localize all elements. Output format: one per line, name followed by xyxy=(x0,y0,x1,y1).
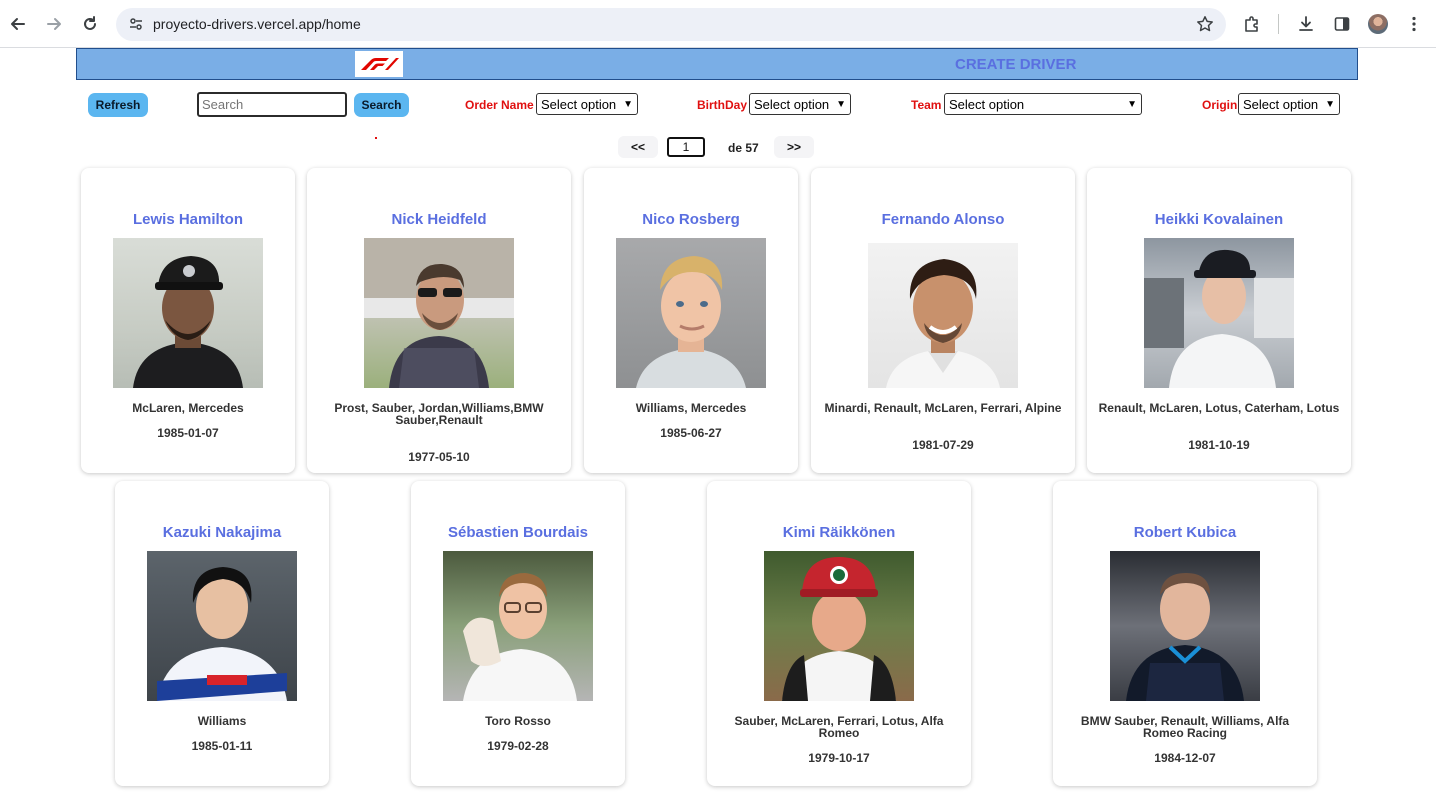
driver-teams: Williams xyxy=(197,714,247,728)
driver-dob: 1979-10-17 xyxy=(808,751,870,765)
prev-page-button[interactable]: << xyxy=(618,136,658,158)
origin-select[interactable]: Select option ▼ xyxy=(1238,93,1340,115)
back-button[interactable] xyxy=(6,12,30,36)
forward-arrow-icon xyxy=(47,18,61,30)
driver-teams: BMW Sauber, Renault, Williams, Alfa Rome… xyxy=(1080,714,1290,740)
driver-photo xyxy=(113,238,263,388)
birthday-label: BirthDay xyxy=(697,98,748,112)
reload-button[interactable] xyxy=(78,12,102,36)
search-button[interactable]: Search xyxy=(354,93,409,117)
address-bar[interactable]: proyecto-drivers.vercel.app/home xyxy=(116,8,1226,41)
error-dot xyxy=(375,137,377,139)
browser-toolbar: proyecto-drivers.vercel.app/home xyxy=(0,0,1436,48)
driver-teams: Renault, McLaren, Lotus, Caterham, Lotus xyxy=(1098,401,1340,415)
chevron-down-icon: ▼ xyxy=(1127,98,1137,110)
search-input[interactable] xyxy=(197,92,347,117)
driver-photo xyxy=(868,243,1018,388)
back-arrow-icon xyxy=(11,18,25,30)
page-total: de 57 xyxy=(728,141,759,155)
chevron-down-icon: ▼ xyxy=(1325,98,1335,110)
driver-card[interactable]: Kimi Räikkönen Sauber, McLaren, Ferrari,… xyxy=(707,481,971,786)
forward-button[interactable] xyxy=(42,12,66,36)
driver-name[interactable]: Sébastien Bourdais xyxy=(411,524,625,541)
order-name-label: Order Name xyxy=(465,98,534,112)
order-name-select[interactable]: Select option ▼ xyxy=(536,93,638,115)
toolbar-separator xyxy=(1278,14,1279,34)
driver-dob: 1979-02-28 xyxy=(487,739,549,753)
driver-teams: Toro Rosso xyxy=(485,714,551,728)
driver-teams: Minardi, Renault, McLaren, Ferrari, Alpi… xyxy=(824,401,1062,415)
chevron-down-icon: ▼ xyxy=(836,98,846,110)
driver-name[interactable]: Robert Kubica xyxy=(1053,524,1317,541)
driver-dob: 1981-07-29 xyxy=(912,438,974,452)
driver-dob: 1985-01-07 xyxy=(157,426,219,440)
birthday-select-value: Select option xyxy=(754,96,830,112)
driver-dob: 1981-10-19 xyxy=(1188,438,1250,452)
driver-photo xyxy=(443,551,593,701)
driver-card[interactable]: Sébastien Bourdais Toro Rosso 1979-02-28 xyxy=(411,481,625,786)
driver-name[interactable]: Kazuki Nakajima xyxy=(115,524,329,541)
site-info-icon[interactable] xyxy=(124,12,148,36)
driver-teams: Williams, Mercedes xyxy=(635,401,747,415)
driver-dob: 1985-01-11 xyxy=(191,739,253,753)
driver-card[interactable]: Nico Rosberg Williams, Mercedes 1985-06-… xyxy=(584,168,798,473)
origin-select-value: Select option xyxy=(1243,96,1319,112)
page-number-input[interactable]: 1 xyxy=(667,137,705,157)
driver-photo xyxy=(764,551,914,701)
next-page-button[interactable]: >> xyxy=(774,136,814,158)
driver-dob: 1984-12-07 xyxy=(1154,751,1216,765)
driver-dob: 1985-06-27 xyxy=(660,426,722,440)
team-label: Team xyxy=(911,98,942,112)
f1-logo[interactable] xyxy=(355,51,403,77)
driver-card[interactable]: Lewis Hamilton McLaren, Mercedes 1985-01… xyxy=(81,168,295,473)
driver-teams: Sauber, McLaren, Ferrari, Lotus, Alfa Ro… xyxy=(734,714,944,740)
driver-photo xyxy=(1110,551,1260,701)
order-name-select-value: Select option xyxy=(541,96,617,112)
driver-card[interactable]: Robert Kubica BMW Sauber, Renault, Willi… xyxy=(1053,481,1317,786)
team-select[interactable]: Select option ▼ xyxy=(944,93,1142,115)
menu-kebab-icon[interactable] xyxy=(1402,12,1426,36)
driver-name[interactable]: Fernando Alonso xyxy=(811,211,1075,228)
team-select-value: Select option xyxy=(949,96,1025,112)
profile-avatar[interactable] xyxy=(1368,14,1388,34)
reload-icon xyxy=(84,16,96,30)
download-icon[interactable] xyxy=(1294,12,1318,36)
driver-name[interactable]: Lewis Hamilton xyxy=(81,211,295,228)
driver-photo xyxy=(147,551,297,701)
driver-photo xyxy=(1144,238,1294,388)
driver-photo xyxy=(616,238,766,388)
driver-card[interactable]: Kazuki Nakajima Williams 1985-01-11 xyxy=(115,481,329,786)
chevron-down-icon: ▼ xyxy=(623,98,633,110)
driver-name[interactable]: Nico Rosberg xyxy=(584,211,798,228)
driver-name[interactable]: Nick Heidfeld xyxy=(307,211,571,228)
birthday-select[interactable]: Select option ▼ xyxy=(749,93,851,115)
driver-name[interactable]: Kimi Räikkönen xyxy=(707,524,971,541)
app-header: CREATE DRIVER xyxy=(76,48,1358,80)
driver-card[interactable]: Fernando Alonso Minardi, Renault, McLare… xyxy=(811,168,1075,473)
driver-dob: 1977-05-10 xyxy=(408,450,470,464)
driver-photo xyxy=(364,238,514,388)
driver-card[interactable]: Heikki Kovalainen Renault, McLaren, Lotu… xyxy=(1087,168,1351,473)
refresh-button[interactable]: Refresh xyxy=(88,93,148,117)
driver-name[interactable]: Heikki Kovalainen xyxy=(1087,211,1351,228)
extensions-icon[interactable] xyxy=(1240,12,1264,36)
driver-card[interactable]: Nick Heidfeld Prost, Sauber, Jordan,Will… xyxy=(307,168,571,473)
bookmark-star-icon[interactable] xyxy=(1194,13,1216,35)
create-driver-link[interactable]: CREATE DRIVER xyxy=(955,56,1076,73)
side-panel-icon[interactable] xyxy=(1330,12,1354,36)
driver-teams: Prost, Sauber, Jordan,Williams,BMW Saube… xyxy=(334,401,544,427)
origin-label: Origin xyxy=(1202,98,1238,112)
url-text: proyecto-drivers.vercel.app/home xyxy=(153,16,361,32)
driver-teams: McLaren, Mercedes xyxy=(132,401,244,415)
